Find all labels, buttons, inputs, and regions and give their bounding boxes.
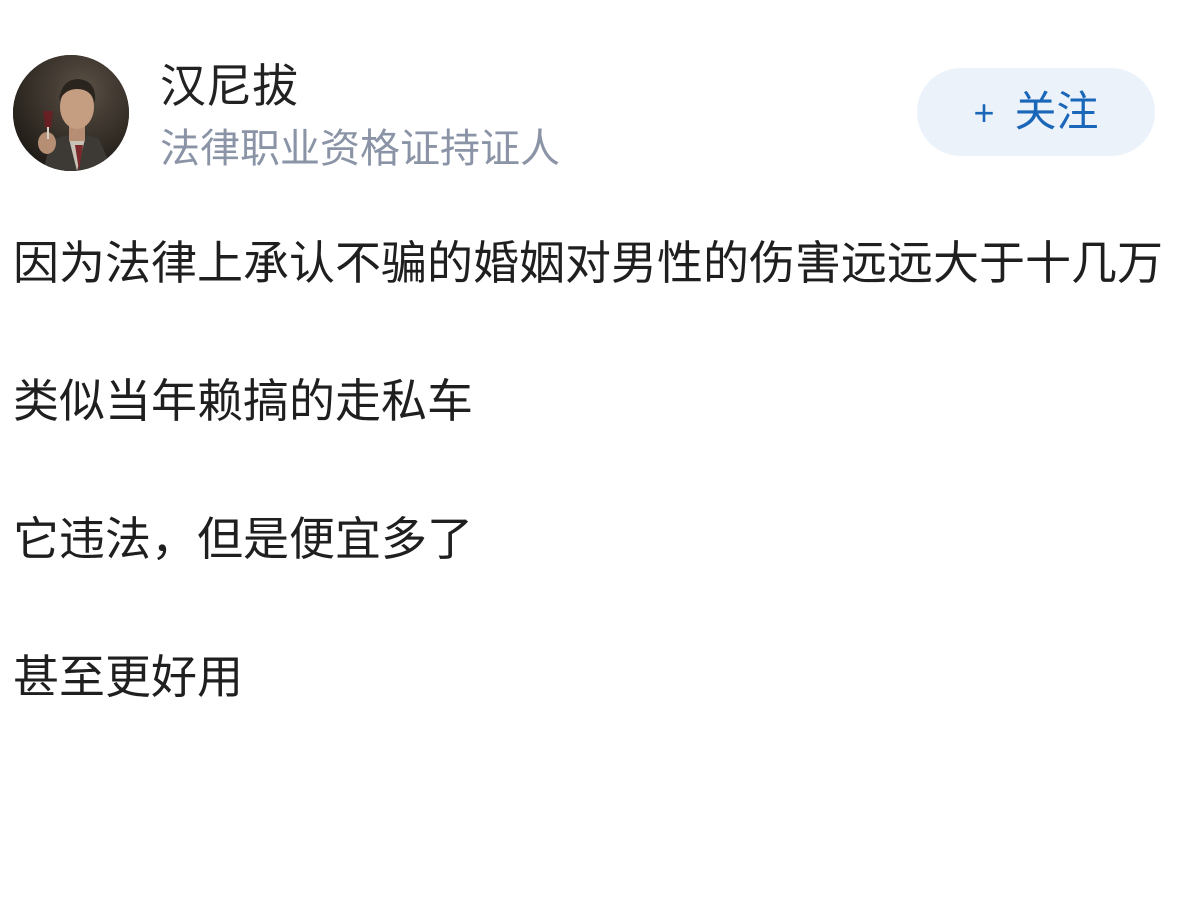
follow-button[interactable]: + 关注 [917, 68, 1155, 156]
author-name[interactable]: 汉尼拔 [160, 58, 298, 114]
post-body: 因为法律上承认不骗的婚姻对男性的伤害远远大于十几万 类似当年赖搞的走私车 它违法… [13, 220, 1188, 720]
post-paragraph: 甚至更好用 [13, 650, 243, 704]
author-credential: 法律职业资格证持证人 [160, 126, 560, 172]
follow-label: 关注 [1014, 88, 1099, 135]
post-paragraph: 它违法，但是便宜多了 [13, 512, 473, 566]
person-portrait-icon [13, 55, 129, 171]
post-paragraph: 类似当年赖搞的走私车 [13, 374, 473, 428]
avatar[interactable] [13, 55, 129, 171]
post-paragraph: 因为法律上承认不骗的婚姻对男性的伤害远远大于十几万 [13, 236, 1163, 290]
plus-icon: + [973, 92, 995, 133]
